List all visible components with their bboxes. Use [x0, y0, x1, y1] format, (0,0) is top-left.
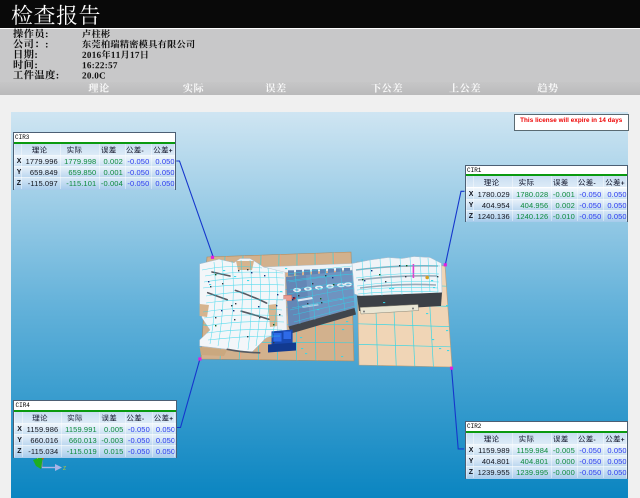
svg-text:Z: Z — [63, 466, 66, 472]
